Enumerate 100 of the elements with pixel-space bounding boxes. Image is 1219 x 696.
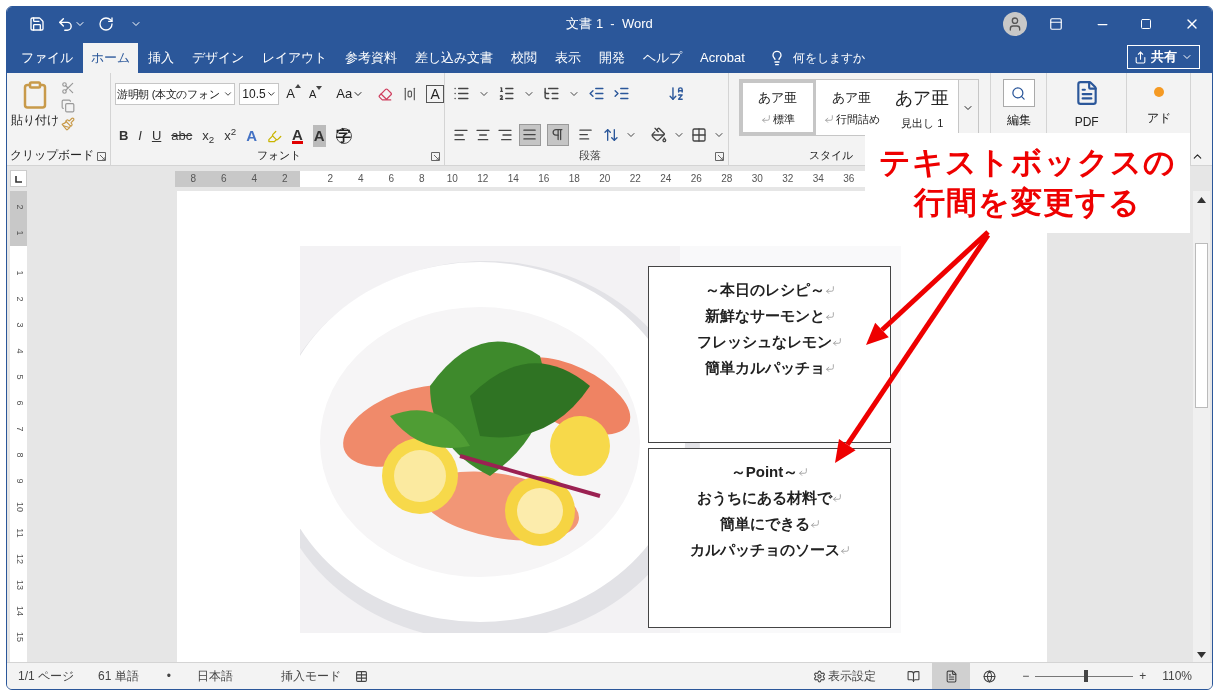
format-button[interactable]: I xyxy=(138,126,142,146)
ruler-number: 12 xyxy=(13,553,26,566)
text-line: 新鮮なサーモンと xyxy=(704,303,835,329)
text-line: ～Point～ xyxy=(730,459,809,485)
vertical-scrollbar[interactable] xyxy=(1193,191,1210,662)
return-mark-icon xyxy=(823,114,834,125)
paragraph-toggle-button[interactable] xyxy=(546,123,569,146)
zoom-slider[interactable] xyxy=(1035,670,1134,682)
ruler-number: 3 xyxy=(13,321,26,330)
text-line: おうちにある材料で xyxy=(697,485,842,511)
ribbon-tab[interactable]: 開発 xyxy=(591,43,633,73)
ribbon-tab[interactable]: 挿入 xyxy=(140,43,182,73)
sort-icon[interactable] xyxy=(667,85,685,103)
share-button[interactable]: 共有 xyxy=(1127,45,1200,69)
ribbon-tab[interactable]: デザイン xyxy=(184,43,252,73)
view-icon xyxy=(944,669,958,683)
font-style-button[interactable]: A xyxy=(246,124,257,148)
return-mark-icon xyxy=(824,363,835,373)
tab-selector-button[interactable] xyxy=(10,170,27,187)
undo-icon[interactable] xyxy=(57,15,74,33)
table-icon[interactable] xyxy=(354,669,368,683)
ribbon-tab[interactable]: 表示 xyxy=(547,43,589,73)
tell-me-field[interactable]: 何をしますか xyxy=(792,49,913,67)
font-size-field[interactable]: 10.5 xyxy=(239,83,280,105)
launcher-icon[interactable] xyxy=(96,152,106,161)
save-icon[interactable] xyxy=(29,16,45,32)
ruler-number: 32 xyxy=(781,171,795,186)
ruler-number: 26 xyxy=(689,171,703,186)
ruler-number: 10 xyxy=(13,501,26,514)
ribbon-tab[interactable]: レイアウト xyxy=(254,43,335,73)
numbered-list-icon[interactable] xyxy=(497,85,515,103)
launcher-icon[interactable] xyxy=(714,152,724,161)
character-border-button[interactable]: A xyxy=(426,85,444,103)
grow-font-button[interactable]: A xyxy=(286,84,301,104)
text-line: ～本日のレシピ～ xyxy=(704,277,835,303)
addins-label: アド xyxy=(1146,110,1171,127)
style-gallery-item[interactable]: あア亜 標準 xyxy=(739,80,817,135)
view-button[interactable] xyxy=(932,663,971,689)
view-settings-button[interactable]: 表示設定 xyxy=(813,667,877,685)
line-spacing-icon[interactable] xyxy=(602,126,619,143)
ribbon-tab[interactable]: 差し込み文書 xyxy=(407,43,501,73)
format-button[interactable]: x$_{2}$ xyxy=(202,126,215,146)
ruler-number: 28 xyxy=(720,171,734,186)
ribbon-tab[interactable]: Acrobat xyxy=(692,43,753,73)
pdf-label: PDF xyxy=(1074,114,1099,131)
ribbon-tab[interactable]: ヘルプ xyxy=(635,43,690,73)
maximize-icon[interactable] xyxy=(1140,18,1152,30)
paint-bucket-icon[interactable] xyxy=(650,126,667,143)
launcher-icon[interactable] xyxy=(430,152,440,161)
font-style-button[interactable]: A xyxy=(312,124,326,148)
text-box[interactable]: ～Point～ おうちにある材料で 簡単にできる カルパッチョのソース xyxy=(648,448,891,628)
scrollbar-thumb[interactable] xyxy=(1195,243,1208,408)
change-case-button[interactable]: Aa xyxy=(336,84,365,104)
scroll-down-icon[interactable] xyxy=(1197,652,1206,658)
ruler-number: 16 xyxy=(537,171,551,186)
redo-icon[interactable] xyxy=(98,16,114,32)
shrink-font-button[interactable]: A xyxy=(308,85,323,103)
ruler-number: 2 xyxy=(13,203,26,212)
style-preview: あア亜 xyxy=(832,88,872,107)
text-box[interactable]: ～本日のレシピ～ 新鮮なサーモンと フレッシュなレモン 簡単カルパッチョ xyxy=(648,266,891,443)
ruler-number: 34 xyxy=(811,171,825,186)
zoom-in-button[interactable]: + xyxy=(1139,667,1147,685)
zoom-out-button[interactable]: − xyxy=(1022,667,1030,685)
ribbon-tab[interactable]: ファイル xyxy=(13,43,81,73)
ruler-number: 24 xyxy=(659,171,673,186)
style-gallery-item[interactable]: あア亜 行間詰め xyxy=(816,80,887,135)
copy-icon[interactable] xyxy=(61,99,75,113)
ruler-number: 18 xyxy=(567,171,581,186)
format-button[interactable]: abc xyxy=(171,126,193,146)
scroll-up-icon[interactable] xyxy=(1197,197,1206,203)
eraser-icon[interactable] xyxy=(378,86,393,102)
phonetic-guide-icon[interactable] xyxy=(402,87,417,101)
zoom-slider-thumb[interactable] xyxy=(1084,670,1089,682)
search-button[interactable] xyxy=(1002,79,1035,107)
cut-icon[interactable] xyxy=(61,81,75,95)
format-button[interactable]: B xyxy=(118,126,129,146)
format-button[interactable]: U xyxy=(151,126,162,146)
borders-icon[interactable] xyxy=(690,126,707,143)
ruler-number: 6 xyxy=(387,171,396,186)
text-line: 簡単にできる xyxy=(719,511,820,537)
paste-button[interactable]: 貼り付け xyxy=(13,79,57,146)
format-button[interactable]: x$^{2}$ xyxy=(224,126,237,146)
ruler-number: 11 xyxy=(13,527,26,540)
return-mark-icon xyxy=(824,285,835,295)
paragraph-toggle-button[interactable] xyxy=(518,123,541,146)
down-caret-icon xyxy=(316,85,323,90)
zoom-percentage[interactable]: 110% xyxy=(1162,667,1192,685)
ruler-number: 2 xyxy=(326,171,335,186)
return-mark-icon xyxy=(832,493,842,503)
style-gallery-item[interactable]: あア亜 見出し 1 xyxy=(886,80,958,135)
style-preview: あア亜 xyxy=(758,88,798,107)
font-style-button[interactable]: A xyxy=(291,128,303,144)
ribbon-tab[interactable]: 参考資料 xyxy=(337,43,405,73)
view-icon xyxy=(906,669,920,683)
account-avatar[interactable] xyxy=(1003,12,1027,36)
font-name-field[interactable]: 游明朝 (本文のフォン xyxy=(114,83,236,105)
ruler-number: 6 xyxy=(219,171,228,186)
ribbon-tab[interactable]: ホーム xyxy=(83,43,138,73)
ribbon-display-icon[interactable] xyxy=(1049,17,1063,31)
ribbon-tab[interactable]: 校閲 xyxy=(503,43,545,73)
